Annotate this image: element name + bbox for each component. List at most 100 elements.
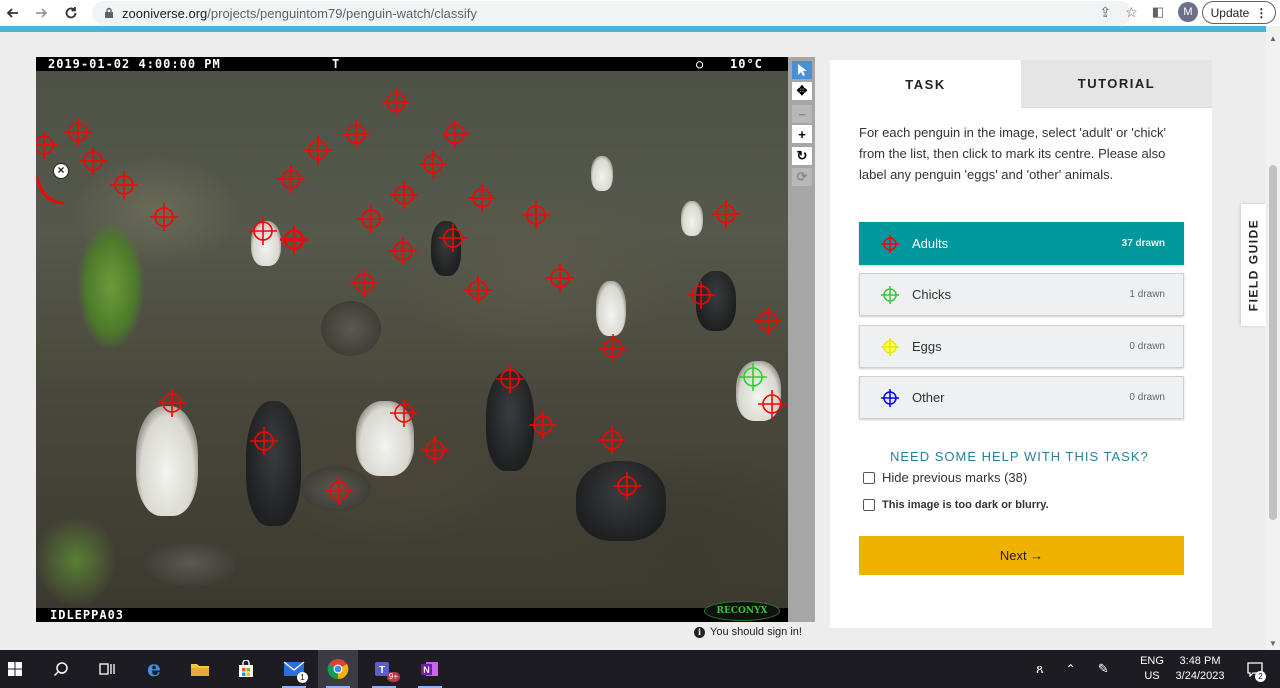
adult-mark[interactable] <box>250 427 278 455</box>
adult-mark[interactable] <box>522 201 550 229</box>
back-button[interactable] <box>2 2 24 24</box>
tool-other[interactable]: Other 0 drawn <box>859 376 1184 419</box>
adult-mark[interactable] <box>36 131 58 159</box>
system-clock[interactable]: 3:48 PM 3/24/2023 <box>1172 654 1228 684</box>
adult-mark[interactable] <box>342 120 370 148</box>
adult-mark[interactable] <box>421 436 449 464</box>
dark-image-option[interactable]: This image is too dark or blurry. <box>863 499 1049 511</box>
tool-count: 1 drawn <box>1129 289 1165 300</box>
language-indicator[interactable]: ENG US <box>1138 654 1166 684</box>
adult-mark[interactable] <box>110 171 138 199</box>
tool-adults[interactable]: Adults 37 drawn <box>859 222 1184 265</box>
adult-mark[interactable] <box>712 200 740 228</box>
info-icon: i <box>694 626 705 638</box>
adult-mark[interactable] <box>350 269 378 297</box>
tool-label: Eggs <box>912 339 942 354</box>
zoom-in-button[interactable]: + <box>792 125 812 143</box>
adult-mark[interactable] <box>158 389 186 417</box>
chevron-up-icon[interactable]: ⌃ <box>1066 662 1076 676</box>
adult-mark[interactable] <box>754 307 782 335</box>
adult-mark[interactable] <box>464 276 492 304</box>
edge-taskbar-icon[interactable]: e <box>136 650 172 688</box>
hide-marks-checkbox[interactable] <box>863 471 875 484</box>
search-button[interactable] <box>44 650 78 688</box>
tab-task[interactable]: TASK <box>830 60 1021 108</box>
tool-chicks[interactable]: Chicks 1 drawn <box>859 273 1184 316</box>
adult-mark[interactable] <box>79 147 107 175</box>
adult-mark[interactable] <box>613 472 641 500</box>
mail-taskbar-icon[interactable]: 1 <box>274 650 314 688</box>
chrome-taskbar-icon[interactable] <box>318 650 358 688</box>
adult-mark[interactable] <box>64 118 92 146</box>
kebab-menu-icon: ⋮ <box>1255 5 1268 20</box>
chick-mark[interactable] <box>739 363 767 391</box>
pen-icon[interactable]: ✎ <box>1098 661 1109 677</box>
store-taskbar-icon[interactable] <box>228 650 264 688</box>
marks-layer[interactable] <box>36 57 788 622</box>
adult-mark[interactable] <box>529 411 557 439</box>
adult-mark[interactable] <box>304 136 332 164</box>
adult-mark[interactable] <box>389 237 417 265</box>
url-host: zooniverse.org <box>122 5 208 21</box>
task-view-button[interactable] <box>90 650 124 688</box>
adult-mark[interactable] <box>150 203 178 231</box>
next-button[interactable]: Next → <box>859 536 1184 575</box>
adult-mark[interactable] <box>277 165 305 193</box>
bookmark-star-icon[interactable]: ☆ <box>1125 4 1138 21</box>
move-tool-button[interactable]: ✥ <box>792 82 812 100</box>
adult-mark[interactable] <box>390 181 418 209</box>
address-bar[interactable]: zooniverse.org/projects/penguintom79/pen… <box>92 1 1132 25</box>
teams-taskbar-icon[interactable]: T 9+ <box>364 650 404 688</box>
adult-mark[interactable] <box>546 264 574 292</box>
forward-button[interactable] <box>30 2 52 24</box>
adult-mark[interactable] <box>496 365 524 393</box>
tab-tutorial[interactable]: TUTORIAL <box>1021 60 1212 108</box>
pointer-tool-button[interactable] <box>792 61 812 79</box>
delete-mark-icon[interactable]: × <box>53 163 69 179</box>
notifications-button[interactable]: 2 <box>1236 650 1274 688</box>
file-explorer-taskbar-icon[interactable] <box>182 650 218 688</box>
subject-image[interactable]: × 2019-01-02 4:00:00 PM T ○ 10°C IDLEPPA… <box>36 57 788 622</box>
onenote-taskbar-icon[interactable]: N <box>410 650 450 688</box>
adult-mark[interactable] <box>758 390 786 418</box>
share-icon[interactable]: ⇪ <box>1099 4 1111 21</box>
signin-notice[interactable]: i You should sign in! <box>694 626 802 638</box>
people-icon[interactable]: ጸ <box>1036 661 1044 677</box>
update-label: Update <box>1210 5 1250 20</box>
tool-eggs[interactable]: Eggs 0 drawn <box>859 325 1184 368</box>
field-guide-tab[interactable]: FIELD GUIDE <box>1241 204 1266 326</box>
side-panel-icon[interactable]: ◧ <box>1152 4 1164 20</box>
adult-mark[interactable] <box>390 399 418 427</box>
adult-mark[interactable] <box>468 184 496 212</box>
adult-mark[interactable] <box>325 477 353 505</box>
page-scrollbar[interactable]: ▲ ▼ <box>1266 32 1280 650</box>
rotate-button[interactable]: ↻ <box>792 147 812 165</box>
adult-mark[interactable] <box>419 150 447 178</box>
profile-avatar[interactable]: M <box>1178 2 1198 22</box>
adult-mark[interactable] <box>598 426 626 454</box>
adult-mark[interactable] <box>599 334 627 362</box>
scrollbar-thumb[interactable] <box>1269 165 1277 520</box>
zoom-out-button[interactable]: − <box>792 105 812 123</box>
tool-count: 37 drawn <box>1121 238 1165 249</box>
start-button[interactable] <box>0 650 30 688</box>
hide-marks-option[interactable]: Hide previous marks (38) <box>863 470 1027 485</box>
adult-mark[interactable] <box>687 281 715 309</box>
adult-mark[interactable] <box>280 226 308 254</box>
dark-image-checkbox[interactable] <box>863 499 875 511</box>
update-button[interactable]: Update ⋮ <box>1202 1 1276 24</box>
adult-mark[interactable] <box>382 88 410 116</box>
camera-info-bar: 2019-01-02 4:00:00 PM T ○ 10°C <box>36 57 788 71</box>
scroll-down-icon[interactable]: ▼ <box>1269 639 1277 648</box>
adult-mark[interactable] <box>439 224 467 252</box>
scroll-up-icon[interactable]: ▲ <box>1269 34 1277 43</box>
reload-button[interactable] <box>60 2 82 24</box>
adult-mark[interactable] <box>249 217 277 245</box>
reconyx-logo: RECONYX <box>704 601 780 621</box>
adult-mark[interactable] <box>357 205 385 233</box>
reset-button[interactable]: ⟳ <box>792 168 812 186</box>
adult-mark[interactable] <box>441 120 469 148</box>
clock-date: 3/24/2023 <box>1175 670 1225 682</box>
help-link[interactable]: NEED SOME HELP WITH THIS TASK? <box>890 449 1149 464</box>
dark-image-label: This image is too dark or blurry. <box>882 499 1049 511</box>
